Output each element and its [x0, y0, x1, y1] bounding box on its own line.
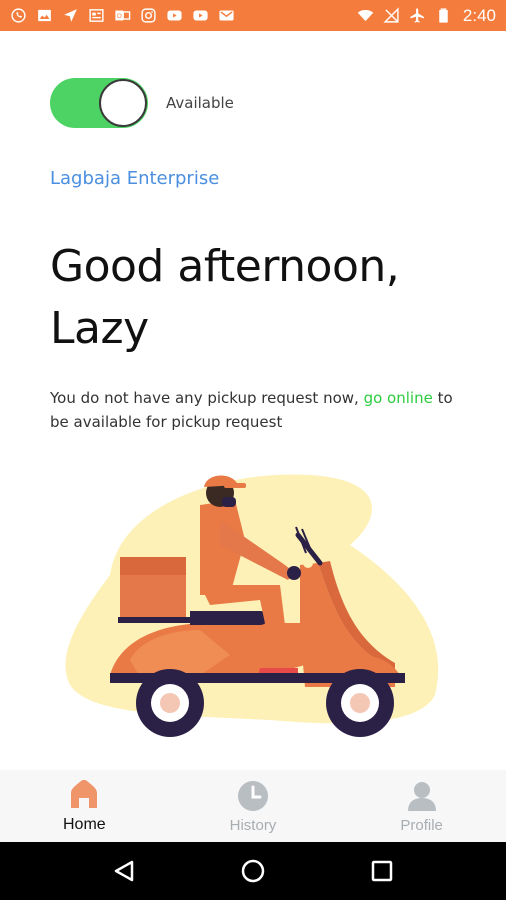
- status-message: You do not have any pickup request now, …: [50, 386, 470, 434]
- airplane-icon: [409, 7, 426, 24]
- greeting-heading: Good afternoon, Lazy: [50, 236, 470, 360]
- gmail-icon: [218, 7, 235, 24]
- navigation-icon: [62, 7, 79, 24]
- svg-text:O: O: [117, 13, 122, 20]
- greeting-line-1: Good afternoon,: [50, 241, 400, 292]
- availability-label: Available: [166, 94, 234, 112]
- whatsapp-icon: [10, 7, 27, 24]
- outlook-icon: O: [114, 7, 131, 24]
- clock-icon: [236, 779, 270, 813]
- greeting-line-2: Lazy: [50, 303, 149, 354]
- nav-history[interactable]: History: [193, 779, 313, 834]
- youtube-icon: [166, 7, 183, 24]
- message-text-before: You do not have any pickup request now,: [50, 389, 364, 407]
- image-icon: [36, 7, 53, 24]
- company-name: Lagbaja Enterprise: [50, 168, 220, 189]
- home-circle-icon: [241, 859, 265, 883]
- availability-row: Available: [50, 78, 234, 128]
- battery-icon: [435, 7, 452, 24]
- system-navigation-bar: [0, 842, 506, 900]
- system-status-icons: 2:40: [357, 6, 496, 26]
- instagram-icon: [140, 7, 157, 24]
- nav-profile-label: Profile: [400, 816, 443, 834]
- nav-history-label: History: [229, 816, 277, 834]
- recents-button[interactable]: [367, 856, 397, 886]
- bottom-navigation: Home History Profile: [0, 770, 506, 842]
- toggle-knob: [99, 79, 147, 127]
- youtube-icon: [192, 7, 209, 24]
- nav-home-label: Home: [62, 816, 106, 833]
- back-button[interactable]: [109, 856, 139, 886]
- wifi-icon: [357, 7, 374, 24]
- home-icon: [67, 778, 101, 812]
- recents-square-icon: [371, 860, 392, 882]
- nav-profile[interactable]: Profile: [362, 779, 482, 834]
- delivery-rider-illustration: [50, 465, 450, 740]
- user-icon: [405, 779, 439, 813]
- availability-toggle[interactable]: [50, 78, 148, 128]
- news-icon: [88, 7, 105, 24]
- status-time: 2:40: [462, 5, 496, 25]
- nav-home[interactable]: Home: [24, 778, 144, 834]
- home-button[interactable]: [238, 856, 268, 886]
- go-online-link[interactable]: go online: [364, 389, 433, 407]
- no-signal-icon: [383, 7, 400, 24]
- back-triangle-icon: [115, 860, 134, 882]
- notification-icons: O: [10, 7, 235, 24]
- status-bar: O 2:40: [0, 0, 506, 31]
